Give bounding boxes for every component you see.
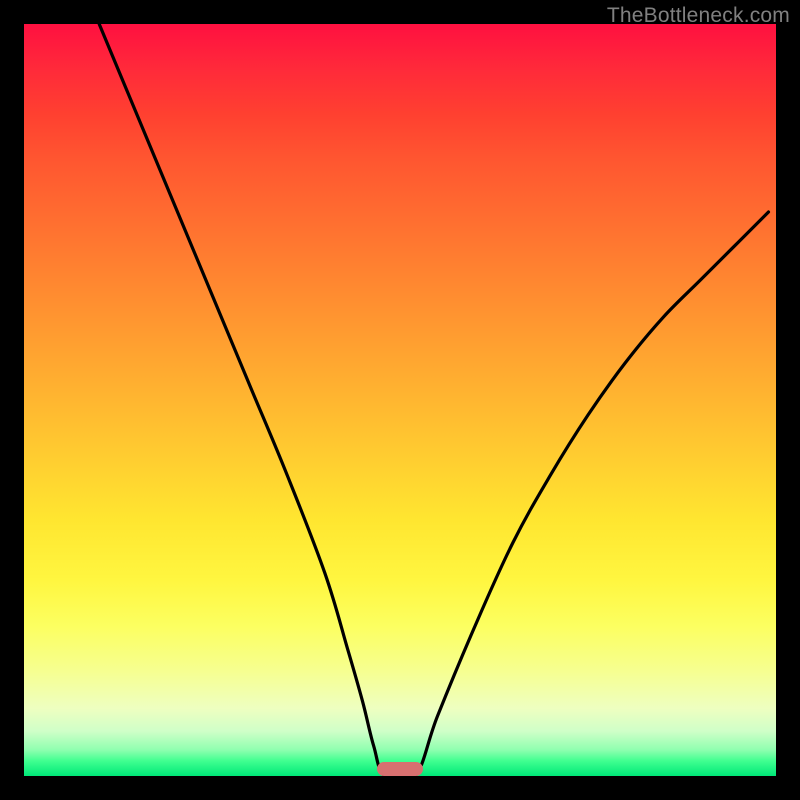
bottleneck-curve xyxy=(24,24,776,776)
watermark-text: TheBottleneck.com xyxy=(607,4,790,28)
optimal-marker xyxy=(377,762,422,776)
plot-area xyxy=(24,24,776,776)
outer-frame: TheBottleneck.com xyxy=(0,0,800,800)
